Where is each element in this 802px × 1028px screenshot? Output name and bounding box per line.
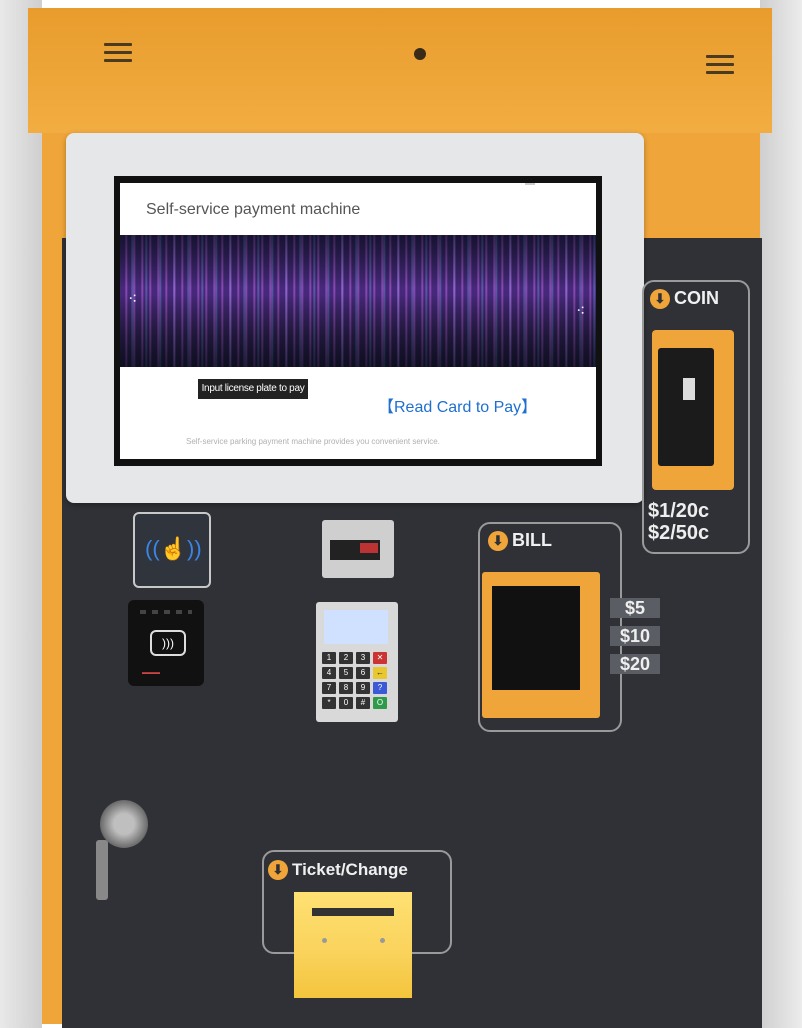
pin-key-cancel[interactable]: ✕: [373, 652, 387, 664]
contactless-icon: ((☝)): [145, 536, 202, 561]
coin-slot[interactable]: [683, 378, 695, 400]
prev-arrow-icon[interactable]: ⁖: [128, 289, 137, 309]
arrow-down-icon: ⬇: [650, 288, 670, 309]
camera-icon: [414, 48, 426, 60]
coin-denomination: $1/20c: [648, 500, 710, 522]
bill-denomination: $5: [610, 598, 660, 618]
pin-key-clear[interactable]: ←: [373, 667, 387, 679]
ticket-change-slot[interactable]: [294, 892, 412, 998]
top-hood: [28, 8, 772, 133]
nfc-icon: ))): [150, 630, 186, 656]
bill-denomination: $10: [610, 626, 660, 646]
pin-pad-display: [324, 610, 388, 644]
bill-label: ⬇ BILL: [488, 530, 598, 564]
pin-pad-keys: 1 2 3 ✕ 4 5 6 ← 7 8 9 ? * 0 # O: [322, 652, 392, 709]
pin-key[interactable]: 6: [356, 667, 370, 679]
bill-acceptor[interactable]: [492, 586, 580, 690]
pin-pad[interactable]: 1 2 3 ✕ 4 5 6 ← 7 8 9 ? * 0 # O: [316, 602, 398, 722]
banner-shade: [120, 235, 596, 367]
vent-right-icon: [706, 50, 734, 79]
screen-footer: Self-service parking payment machine pro…: [186, 437, 440, 446]
pin-key[interactable]: #: [356, 697, 370, 709]
left-wall: [0, 0, 42, 1028]
arrow-down-icon: ⬇: [488, 530, 508, 551]
card-reader[interactable]: ))) ▬▬▬: [128, 600, 204, 686]
pin-key-help[interactable]: ?: [373, 682, 387, 694]
screen-title: Self-service payment machine: [146, 201, 361, 218]
reader-leds: [140, 610, 192, 614]
pin-key[interactable]: 4: [322, 667, 336, 679]
coin-denominations: $1/20c $2/50c: [648, 500, 709, 544]
pin-key[interactable]: 3: [356, 652, 370, 664]
pin-key[interactable]: 2: [339, 652, 353, 664]
screen-indicator: [525, 183, 535, 185]
screw: [380, 938, 385, 943]
key-icon: [96, 840, 108, 900]
pin-key[interactable]: 0: [339, 697, 353, 709]
pin-key[interactable]: *: [322, 697, 336, 709]
screw: [322, 938, 327, 943]
screen-content: Self-service payment machine ⁖ ⁖ Input l…: [120, 183, 596, 459]
vent-left-icon: [104, 38, 132, 67]
pin-key[interactable]: 1: [322, 652, 336, 664]
reader-brand-mark: ▬▬▬: [142, 670, 160, 676]
coin-acceptor[interactable]: [658, 348, 714, 466]
card-slot-indicator: [360, 543, 378, 553]
pin-key[interactable]: 5: [339, 667, 353, 679]
pin-key[interactable]: 7: [322, 682, 336, 694]
next-arrow-icon[interactable]: ⁖: [576, 301, 585, 321]
arrow-down-icon: ⬇: [268, 860, 288, 880]
read-card-button[interactable]: 【Read Card to Pay】: [378, 393, 537, 417]
coin-label: ⬇ COIN: [650, 288, 742, 324]
pin-key[interactable]: 9: [356, 682, 370, 694]
ticket-opening[interactable]: [312, 908, 394, 916]
pin-key[interactable]: 8: [339, 682, 353, 694]
contactless-badge: ((☝)): [133, 512, 211, 588]
right-wall: [760, 0, 802, 1028]
input-plate-button[interactable]: Input license plate to pay: [198, 379, 308, 399]
pin-key-enter[interactable]: O: [373, 697, 387, 709]
bill-denomination: $20: [610, 654, 660, 674]
coin-denomination: $2/50c: [648, 522, 710, 544]
